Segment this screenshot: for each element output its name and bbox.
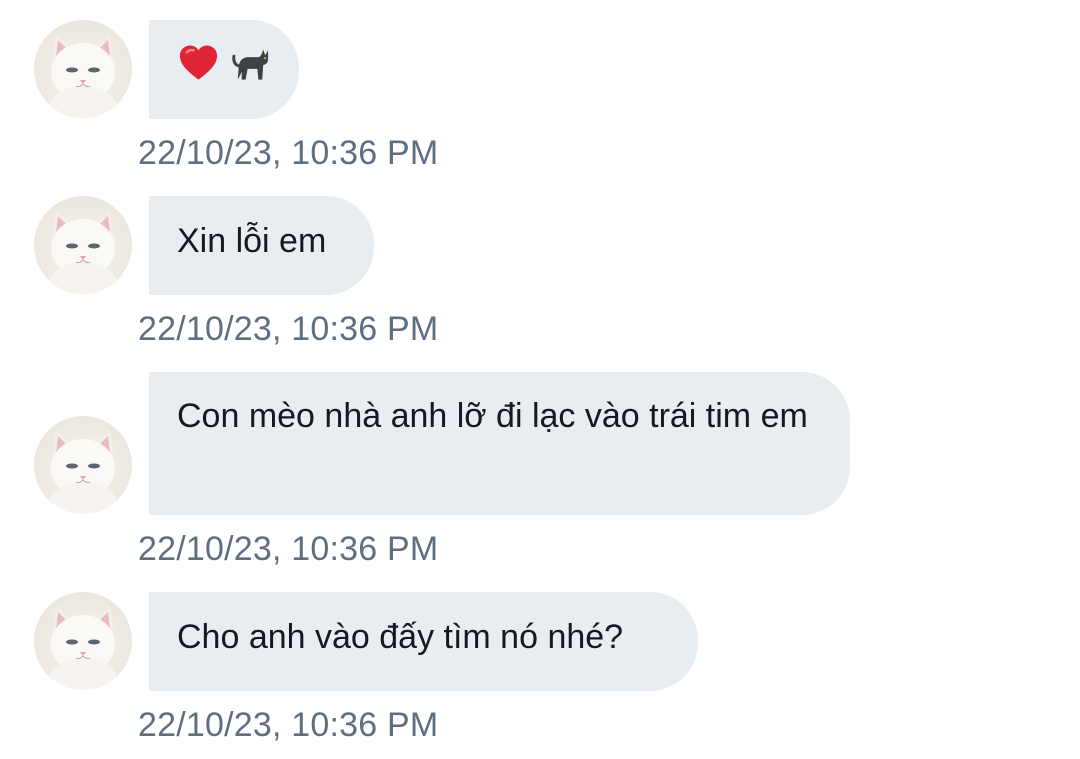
message-text: Con mèo nhà anh lỡ đi lạc vào trái tim e…	[177, 397, 808, 435]
message-thread: 22/10/23, 10:36 PM Xin lỗi em 22/10/23, …	[0, 0, 1080, 759]
message-timestamp: 22/10/23, 10:36 PM	[138, 310, 439, 348]
message-timestamp: 22/10/23, 10:36 PM	[138, 530, 439, 568]
message-bubble[interactable]	[149, 20, 299, 119]
message-text: Xin lỗi em	[177, 222, 327, 260]
sender-avatar[interactable]	[34, 416, 132, 514]
white-cat-icon	[47, 430, 119, 514]
message-bubble[interactable]: Xin lỗi em	[149, 196, 374, 295]
sender-avatar[interactable]	[34, 592, 132, 690]
sender-avatar[interactable]	[34, 20, 132, 118]
emoji-row	[177, 38, 271, 90]
message-timestamp: 22/10/23, 10:36 PM	[138, 134, 439, 172]
message-timestamp: 22/10/23, 10:36 PM	[138, 706, 439, 744]
message-text: Cho anh vào đấy tìm nó nhé?	[177, 618, 624, 656]
black-cat-icon	[232, 49, 269, 80]
message-bubble[interactable]: Cho anh vào đấy tìm nó nhé?	[149, 592, 698, 691]
message-bubble[interactable]: Con mèo nhà anh lỡ đi lạc vào trái tim e…	[149, 372, 850, 515]
white-cat-icon	[47, 606, 119, 690]
white-cat-icon	[47, 210, 119, 294]
sender-avatar[interactable]	[34, 196, 132, 294]
white-cat-icon	[47, 34, 119, 118]
heart-icon	[179, 45, 218, 80]
